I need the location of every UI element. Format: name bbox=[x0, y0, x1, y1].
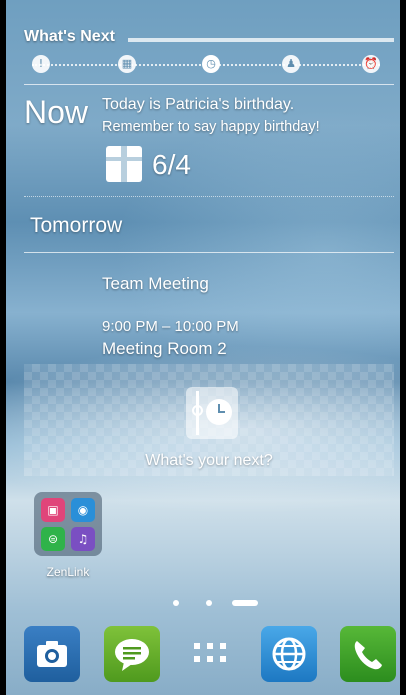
phone-icon bbox=[354, 641, 382, 670]
screen-frame-left bbox=[0, 0, 6, 695]
event-time: 9:00 PM – 10:00 PM bbox=[102, 318, 239, 335]
globe-icon bbox=[272, 637, 306, 671]
divider bbox=[24, 252, 394, 253]
whats-your-next-panel[interactable]: What's your next? bbox=[24, 364, 394, 476]
alarm-icon[interactable]: ⏰ bbox=[362, 55, 380, 73]
phone-button[interactable] bbox=[340, 626, 396, 682]
gift-icon[interactable]: ▦ bbox=[118, 55, 136, 73]
clock-icon[interactable]: ◷ bbox=[202, 55, 220, 73]
timeline-clock-icon[interactable] bbox=[186, 387, 238, 439]
whats-your-next-label[interactable]: What's your next? bbox=[24, 452, 394, 470]
folder-label: ZenLink bbox=[46, 565, 90, 579]
share-link-icon: ▣ bbox=[41, 498, 65, 522]
screen-frame-right bbox=[400, 0, 406, 695]
birthday-date: 6/4 bbox=[152, 149, 191, 180]
page-indicator-2[interactable] bbox=[206, 600, 212, 606]
title-underline bbox=[128, 38, 394, 42]
exclamation-icon[interactable]: ! bbox=[32, 55, 50, 73]
gift-icon bbox=[106, 146, 142, 182]
all-apps-icon bbox=[194, 643, 226, 662]
page-indicator-current[interactable] bbox=[232, 600, 258, 606]
messaging-icon bbox=[115, 639, 149, 671]
all-apps-button[interactable] bbox=[182, 626, 238, 682]
page-indicator-1[interactable] bbox=[173, 600, 179, 606]
now-heading: Now bbox=[24, 94, 89, 130]
messaging-button[interactable] bbox=[104, 626, 160, 682]
browser-button[interactable] bbox=[261, 626, 317, 682]
birthday-reminder[interactable]: Remember to say happy birthday! bbox=[102, 119, 320, 135]
tomorrow-heading: Tomorrow bbox=[30, 214, 123, 237]
widget-title: What's Next bbox=[24, 28, 115, 45]
people-icon[interactable]: ♟ bbox=[282, 55, 300, 73]
birthday-message[interactable]: Today is Patricia's birthday. bbox=[102, 96, 294, 114]
dotted-divider bbox=[24, 196, 394, 197]
pc-link-icon: ⊜ bbox=[41, 527, 65, 551]
divider bbox=[24, 84, 394, 85]
event-location: Meeting Room 2 bbox=[102, 339, 227, 358]
camera-icon bbox=[37, 641, 67, 667]
camera-button[interactable] bbox=[24, 626, 80, 682]
zenlink-folder[interactable]: ▣ ◉ ⊜ ♫ bbox=[34, 492, 102, 556]
event-title[interactable]: Team Meeting bbox=[102, 274, 209, 294]
event-timeline[interactable]: ! ▦ ◷ ♟ ⏰ bbox=[32, 55, 380, 75]
party-link-icon: ♫ bbox=[71, 527, 95, 551]
remote-link-icon: ◉ bbox=[71, 498, 95, 522]
